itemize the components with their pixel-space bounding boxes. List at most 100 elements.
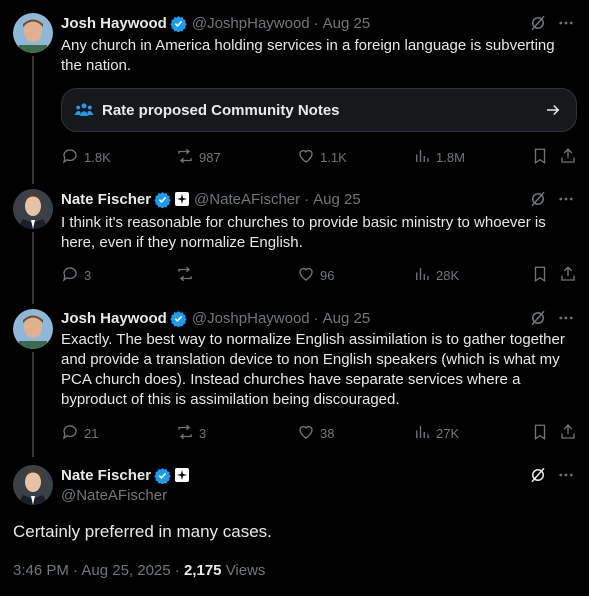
tweet-text: Exactly. The best way to normalize Engli… xyxy=(61,331,565,408)
avatar-josh[interactable] xyxy=(13,309,53,349)
like-button[interactable]: 96 xyxy=(297,265,334,286)
tweet-text: I think it's reasonable for churches to … xyxy=(61,214,546,251)
grok-icon[interactable] xyxy=(529,466,547,489)
bookmark-icon xyxy=(531,147,549,168)
reply-button[interactable]: 1.8K xyxy=(61,147,111,168)
repost-icon xyxy=(176,423,194,444)
like-icon xyxy=(297,423,315,444)
repost-icon xyxy=(176,265,194,286)
share-icon xyxy=(559,265,577,286)
reply-count: 21 xyxy=(84,426,99,441)
like-count: 38 xyxy=(320,426,335,441)
tweet-date[interactable]: Aug 25 xyxy=(313,191,361,208)
verified-badge-icon xyxy=(154,191,171,208)
separator-dot: · xyxy=(313,309,319,327)
share-button[interactable] xyxy=(559,423,577,444)
header-icons xyxy=(529,190,575,213)
avatar-nate[interactable] xyxy=(13,189,53,229)
timestamp[interactable]: 3:46 PM · Aug 25, 2025 xyxy=(13,562,171,579)
share-button[interactable] xyxy=(559,147,577,168)
views-button[interactable]: 28K xyxy=(413,265,459,286)
header-icons xyxy=(529,466,575,489)
grok-icon[interactable] xyxy=(529,190,547,213)
reply-icon xyxy=(61,423,79,444)
share-icon xyxy=(559,423,577,444)
affiliate-badge-icon[interactable] xyxy=(175,192,190,206)
repost-button[interactable]: 3 xyxy=(176,423,206,444)
like-button[interactable]: 38 xyxy=(297,423,334,444)
tweet-header: Josh Haywood @JoshpHaywood · Aug 25 xyxy=(61,308,370,328)
bookmark-icon xyxy=(531,423,549,444)
grok-icon[interactable] xyxy=(529,309,547,332)
views-total: 2,175 xyxy=(183,562,222,579)
tweet-date[interactable]: Aug 25 xyxy=(323,310,371,327)
thread-line xyxy=(32,232,34,304)
views-label: Views xyxy=(225,562,266,579)
separator-dot: · xyxy=(304,190,310,208)
display-name[interactable]: Josh Haywood xyxy=(61,15,167,32)
avatar-nate[interactable] xyxy=(13,465,53,505)
separator-dot: · xyxy=(174,562,180,579)
like-button[interactable]: 1.1K xyxy=(297,147,347,168)
community-notes-label: Rate proposed Community Notes xyxy=(102,101,340,119)
reply-count: 1.8K xyxy=(84,150,111,165)
main-handle-row: @NateAFischer xyxy=(61,485,167,505)
share-button[interactable] xyxy=(559,265,577,286)
tweet-text: Any church in America holding services i… xyxy=(61,37,555,74)
tweet-actions: 1.8K 987 1.1K 1.8M xyxy=(61,147,576,167)
views-button[interactable]: 27K xyxy=(413,423,459,444)
more-icon[interactable] xyxy=(557,14,575,37)
verified-badge-icon xyxy=(154,467,171,484)
tweet-header: Josh Haywood @JoshpHaywood · Aug 25 xyxy=(61,13,370,33)
like-icon xyxy=(297,147,315,168)
user-handle[interactable]: @JoshpHaywood xyxy=(192,310,310,327)
bookmark-button[interactable] xyxy=(531,265,549,286)
repost-count: 987 xyxy=(199,150,221,165)
repost-count: 3 xyxy=(199,426,207,441)
header-icons xyxy=(529,309,575,332)
views-count: 1.8M xyxy=(436,150,465,165)
affiliate-badge-icon[interactable] xyxy=(175,468,190,482)
reply-count: 3 xyxy=(84,268,92,283)
views-count: 27K xyxy=(436,426,460,441)
avatar-josh[interactable] xyxy=(13,13,53,53)
tweet-metadata: 3:46 PM · Aug 25, 2025 · 2,175 Views xyxy=(13,562,265,579)
more-icon[interactable] xyxy=(557,190,575,213)
reply-button[interactable]: 21 xyxy=(61,423,98,444)
tweet-actions: 3 96 28K xyxy=(61,265,576,285)
header-icons xyxy=(529,14,575,37)
like-icon xyxy=(297,265,315,286)
like-count: 1.1K xyxy=(320,150,347,165)
reply-icon xyxy=(61,265,79,286)
views-button[interactable]: 1.8M xyxy=(413,147,465,168)
views-icon xyxy=(413,265,431,286)
user-handle[interactable]: @JoshpHaywood xyxy=(192,15,310,32)
reply-icon xyxy=(61,147,79,168)
user-handle[interactable]: @NateAFischer xyxy=(61,487,167,504)
display-name[interactable]: Nate Fischer xyxy=(61,467,151,484)
bookmark-button[interactable] xyxy=(531,423,549,444)
repost-icon xyxy=(176,147,194,168)
repost-button[interactable] xyxy=(176,265,199,286)
share-icon xyxy=(559,147,577,168)
like-count: 96 xyxy=(320,268,335,283)
more-icon[interactable] xyxy=(557,466,575,489)
thread-line xyxy=(32,56,34,184)
bookmark-button[interactable] xyxy=(531,147,549,168)
arrow-right-icon xyxy=(544,101,562,119)
community-notes-button[interactable]: Rate proposed Community Notes xyxy=(61,88,577,132)
views-count: 28K xyxy=(436,268,460,283)
reply-button[interactable]: 3 xyxy=(61,265,91,286)
display-name[interactable]: Nate Fischer xyxy=(61,191,151,208)
tweet-header: Nate Fischer @NateAFischer · Aug 25 xyxy=(61,189,361,209)
thread-line xyxy=(32,352,34,457)
more-icon[interactable] xyxy=(557,309,575,332)
repost-button[interactable]: 987 xyxy=(176,147,221,168)
grok-icon[interactable] xyxy=(529,14,547,37)
views-icon xyxy=(413,147,431,168)
tweet-actions: 21 3 38 27K xyxy=(61,423,576,443)
display-name[interactable]: Josh Haywood xyxy=(61,310,167,327)
user-handle[interactable]: @NateAFischer xyxy=(194,191,300,208)
tweet-date[interactable]: Aug 25 xyxy=(323,15,371,32)
bookmark-icon xyxy=(531,265,549,286)
